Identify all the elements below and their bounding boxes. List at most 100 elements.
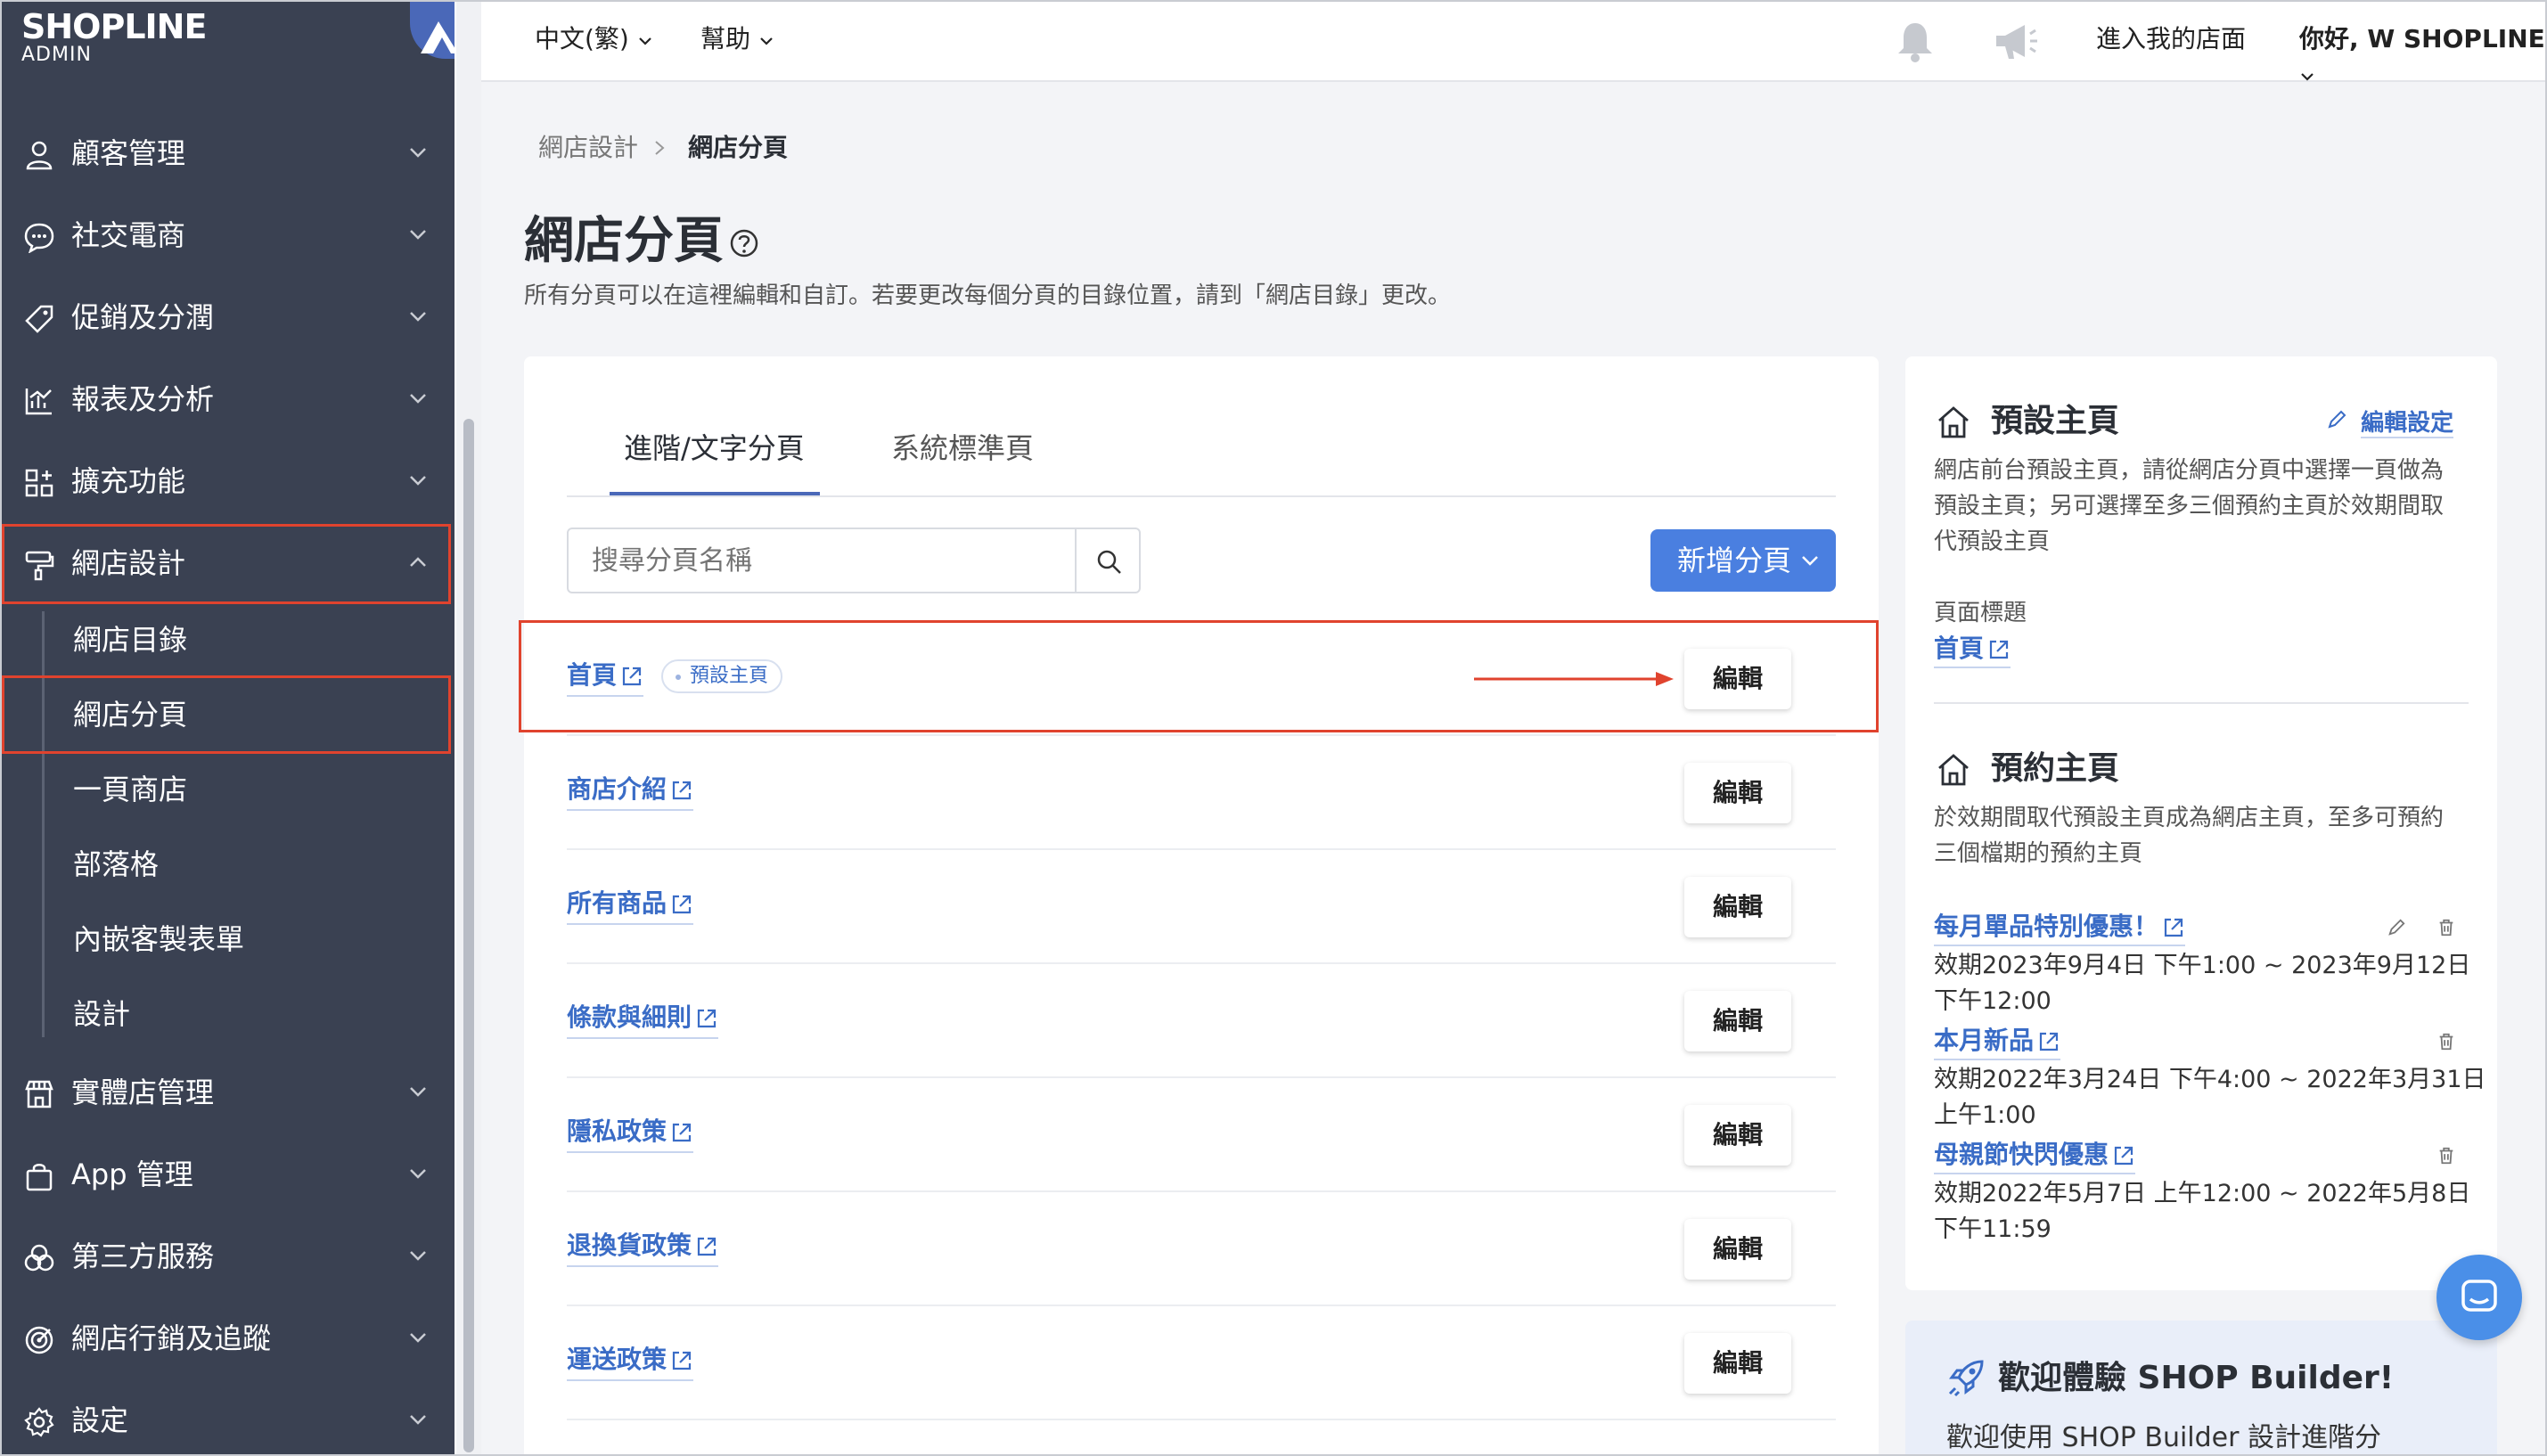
subitem-label: 一頁商店 <box>73 773 188 806</box>
scheduled-page-link[interactable]: 每月單品特別優惠！ <box>1934 909 2186 946</box>
edit-settings-link[interactable]: 編輯設定 <box>2326 405 2454 438</box>
chevron-down-icon <box>410 394 426 404</box>
pencil-icon[interactable] <box>2387 918 2406 937</box>
external-link-icon <box>672 1123 692 1142</box>
greeting-label: 你好, W SHOPLINE <box>2299 24 2545 53</box>
edit-settings-label: 編輯設定 <box>2361 410 2454 438</box>
gear-icon <box>24 1407 54 1437</box>
language-dropdown[interactable]: 中文(繁) <box>535 21 653 57</box>
page-link[interactable]: 商店介紹 <box>567 772 694 811</box>
external-link-icon <box>2164 918 2183 937</box>
page-name: 條款與細則 <box>567 1002 692 1032</box>
page-title: 網店分頁 <box>524 212 724 270</box>
sidebar-item-extensions[interactable]: 擴充功能 <box>0 440 455 522</box>
edit-button[interactable]: 編輯 <box>1684 1333 1791 1394</box>
sidebar-subitem-design[interactable]: 設計 <box>0 977 455 1051</box>
bell-icon[interactable] <box>1893 20 1937 64</box>
scheduled-home-description: 於效期間取代預設主頁成為網店主頁，至多可預約 <box>1934 805 2445 831</box>
sidebar-item-third-party[interactable]: 第三方服務 <box>0 1215 455 1297</box>
visit-store-link[interactable]: 進入我的店面 <box>2096 21 2246 57</box>
home-icon <box>1938 754 1969 786</box>
external-link-icon <box>697 1009 717 1028</box>
edit-button[interactable]: 編輯 <box>1684 1219 1791 1280</box>
sidebar-item-settings[interactable]: 設定 <box>0 1379 455 1456</box>
sidebar-subitem-store-menu[interactable]: 網店目錄 <box>0 602 455 677</box>
scheduled-page-name: 本月新品 <box>1934 1026 2035 1055</box>
scheduled-page-link[interactable]: 本月新品 <box>1934 1023 2061 1060</box>
sidebar-item-label: 設定 <box>71 1403 129 1437</box>
scheduled-page-name: 每月單品特別優惠！ <box>1934 912 2159 941</box>
sidebar-item-social-commerce[interactable]: 社交電商 <box>0 194 455 276</box>
scheduled-period: 下午11:59 <box>1934 1215 2052 1243</box>
sidebar-item-label: 網店行銷及追蹤 <box>71 1321 272 1355</box>
page-link[interactable]: 運送政策 <box>567 1342 694 1381</box>
sidebar-scrollbar[interactable] <box>456 0 481 1456</box>
edit-button[interactable]: 編輯 <box>1684 763 1791 823</box>
sidebar-item-retail-store[interactable]: 實體店管理 <box>0 1051 455 1133</box>
chevron-down-icon <box>410 312 426 322</box>
tab-advanced-pages[interactable]: 進階/文字分頁 <box>624 428 805 469</box>
chat-button[interactable] <box>2436 1255 2522 1340</box>
shop-builder-promo: 歡迎體驗 SHOP Builder! 歡迎使用 SHOP Builder 設計進… <box>1905 1321 2497 1456</box>
collapse-sidebar-button[interactable] <box>410 0 455 59</box>
shopline-logo[interactable]: SHOPLINE ADMIN <box>21 9 207 66</box>
edit-button[interactable]: 編輯 <box>1684 877 1791 937</box>
page-name: 所有商品 <box>567 888 667 918</box>
page-description: 所有分頁可以在這裡編輯和自訂。若要更改每個分頁的目錄位置，請到「網店目錄」更改。 <box>524 282 1452 309</box>
scrollbar-thumb[interactable] <box>463 419 474 1452</box>
subitem-label: 設計 <box>73 997 131 1031</box>
pencil-icon <box>2328 410 2346 429</box>
page-row: 商店介紹 編輯 <box>567 736 1836 850</box>
sidebar-subitem-blog[interactable]: 部落格 <box>0 827 455 902</box>
sidebar-subitem-custom-forms[interactable]: 內嵌客製表單 <box>0 902 455 977</box>
edit-button[interactable]: 編輯 <box>1684 991 1791 1051</box>
external-link-icon <box>1989 640 2009 659</box>
sidebar-item-label: 報表及分析 <box>71 382 215 416</box>
scheduled-page-link[interactable]: 母親節快閃優惠 <box>1934 1137 2136 1174</box>
page-row: 所有商品 編輯 <box>567 850 1836 964</box>
add-page-button[interactable]: 新增分頁 <box>1650 529 1836 592</box>
sidebar-item-app-management[interactable]: App 管理 <box>0 1133 455 1215</box>
sidebar-item-reports[interactable]: 報表及分析 <box>0 358 455 440</box>
chevron-down-icon <box>410 230 426 240</box>
trash-icon[interactable] <box>2436 1146 2456 1166</box>
sidebar-item-marketing[interactable]: 網店行銷及追蹤 <box>0 1297 455 1379</box>
help-dropdown[interactable]: 幫助 <box>700 21 774 57</box>
chevron-down-icon <box>410 1415 426 1425</box>
sidebar-item-promotions[interactable]: 促銷及分潤 <box>0 276 455 358</box>
scheduled-period: 下午12:00 <box>1934 987 2052 1015</box>
breadcrumb-separator-icon <box>655 141 665 155</box>
tag-icon <box>25 305 53 333</box>
trash-icon[interactable] <box>2436 918 2456 937</box>
trash-icon[interactable] <box>2436 1032 2456 1051</box>
page-link[interactable]: 隱私政策 <box>567 1114 694 1153</box>
megaphone-icon[interactable] <box>1993 20 2041 64</box>
visit-store-label: 進入我的店面 <box>2096 24 2247 53</box>
sidebar-item-customers[interactable]: 顧客管理 <box>0 112 455 194</box>
page-row: 條款與細則 編輯 <box>567 964 1836 1078</box>
sidebar-subitem-one-page-store[interactable]: 一頁商店 <box>0 752 455 827</box>
user-icon <box>26 141 53 170</box>
page-link[interactable]: 所有商品 <box>567 886 694 925</box>
sidebar-item-label: 第三方服務 <box>71 1239 215 1273</box>
builder-title: 歡迎體驗 SHOP Builder! <box>1998 1360 2395 1396</box>
store-icon <box>25 1080 53 1108</box>
default-home-title: 預設主頁 <box>1991 403 2120 439</box>
page-row: 退換貨政策 編輯 <box>567 1192 1836 1306</box>
breadcrumb-parent[interactable]: 網店設計 <box>538 130 638 166</box>
sidebar-item-label: 社交電商 <box>71 218 186 252</box>
page-name: 隱私政策 <box>567 1117 667 1146</box>
help-circle-icon[interactable] <box>729 228 759 258</box>
sidebar-item-label: 實體店管理 <box>71 1076 215 1109</box>
chevron-down-icon <box>1802 556 1818 566</box>
scheduled-period: 效期2023年9月4日 下午1:00 ~ 2023年9月12日 <box>1934 952 2471 979</box>
chevron-down-icon <box>410 1169 426 1179</box>
search-button[interactable] <box>1075 528 1141 593</box>
chat-bubble-icon <box>24 223 54 253</box>
tab-system-pages[interactable]: 系統標準頁 <box>891 428 1034 469</box>
edit-button[interactable]: 編輯 <box>1684 1105 1791 1166</box>
page-link[interactable]: 退換貨政策 <box>567 1228 719 1267</box>
search-input[interactable] <box>567 528 1077 593</box>
default-home-page-link[interactable]: 首頁 <box>1934 631 2011 668</box>
page-link[interactable]: 條款與細則 <box>567 1000 719 1039</box>
